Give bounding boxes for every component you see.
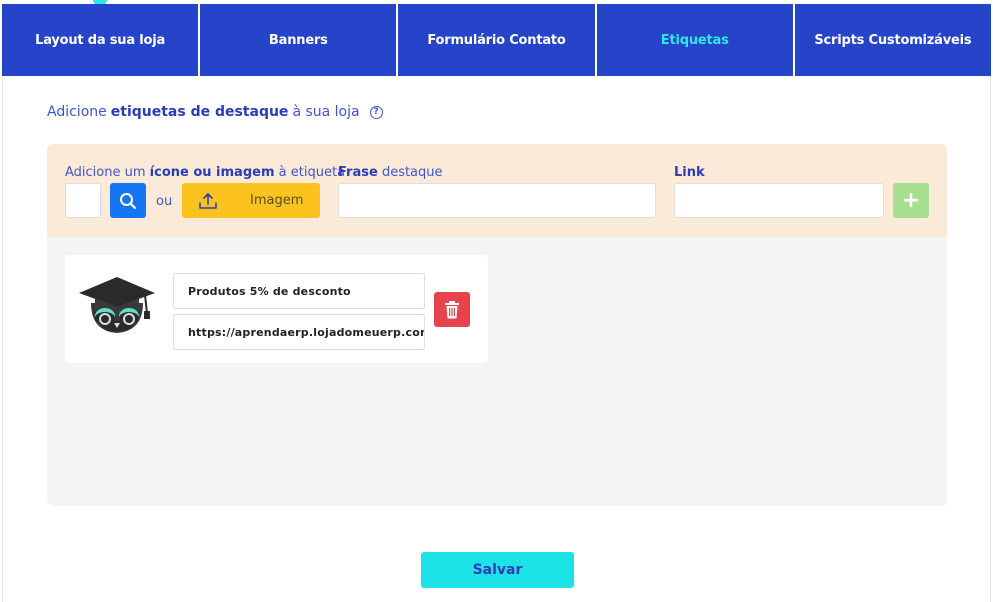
help-icon[interactable]: ? — [369, 105, 383, 119]
graduation-owl-icon — [77, 273, 157, 341]
phrase-label: Frase destaque — [338, 165, 443, 180]
upload-image-label: Imagem — [250, 193, 304, 208]
search-icon-button[interactable] — [110, 183, 146, 218]
tab-custom-scripts[interactable]: Scripts Customizáveis — [794, 4, 992, 76]
tab-layout[interactable]: Layout da sua loja — [2, 4, 201, 76]
add-tag-form: Adicione um ícone ou imagem à etiqueta o… — [47, 144, 947, 237]
intro-suffix: à sua loja — [292, 104, 360, 120]
icon-label-prefix: Adicione um — [65, 165, 146, 180]
icon-label-suffix: à etiqueta — [278, 165, 346, 180]
phrase-label-suffix: destaque — [381, 165, 443, 180]
tab-tags[interactable]: Etiquetas — [596, 4, 795, 76]
icon-preview-field[interactable] — [65, 183, 101, 218]
tab-banners[interactable]: Banners — [200, 4, 399, 76]
link-label-text: Link — [674, 165, 705, 180]
or-text: ou — [156, 194, 173, 209]
add-tag-button[interactable]: + — [893, 183, 929, 218]
intro-bold: etiquetas de destaque — [110, 104, 289, 120]
plus-icon: + — [901, 188, 921, 213]
upload-image-button[interactable]: Imagem — [182, 183, 320, 218]
phrase-label-bold: Frase — [338, 165, 378, 180]
delete-tag-button[interactable] — [434, 292, 470, 327]
icon-image-label: Adicione um ícone ou imagem à etiqueta — [65, 165, 345, 180]
settings-tabs: Layout da sua loja Banners Formulário Co… — [2, 4, 992, 76]
tag-link-field[interactable]: https://aprendaerp.lojadomeuerp.com.br — [173, 314, 425, 350]
tag-phrase-field[interactable]: Produtos 5% de desconto — [173, 273, 425, 309]
search-icon — [120, 192, 137, 209]
save-button[interactable]: Salvar — [421, 552, 574, 588]
tag-item: Produtos 5% de desconto https://aprendae… — [65, 255, 488, 363]
tags-panel: Adicione um ícone ou imagem à etiqueta o… — [47, 144, 947, 506]
page-intro: Adicione etiquetas de destaque à sua loj… — [47, 104, 383, 120]
link-label: Link — [674, 165, 705, 180]
icon-label-bold: ícone ou imagem — [149, 165, 275, 180]
link-input[interactable] — [674, 183, 884, 218]
trash-icon — [445, 300, 459, 318]
phrase-input[interactable] — [338, 183, 656, 218]
intro-prefix: Adicione — [47, 104, 107, 120]
tab-contact-form[interactable]: Formulário Contato — [398, 4, 597, 76]
upload-icon — [199, 192, 217, 209]
